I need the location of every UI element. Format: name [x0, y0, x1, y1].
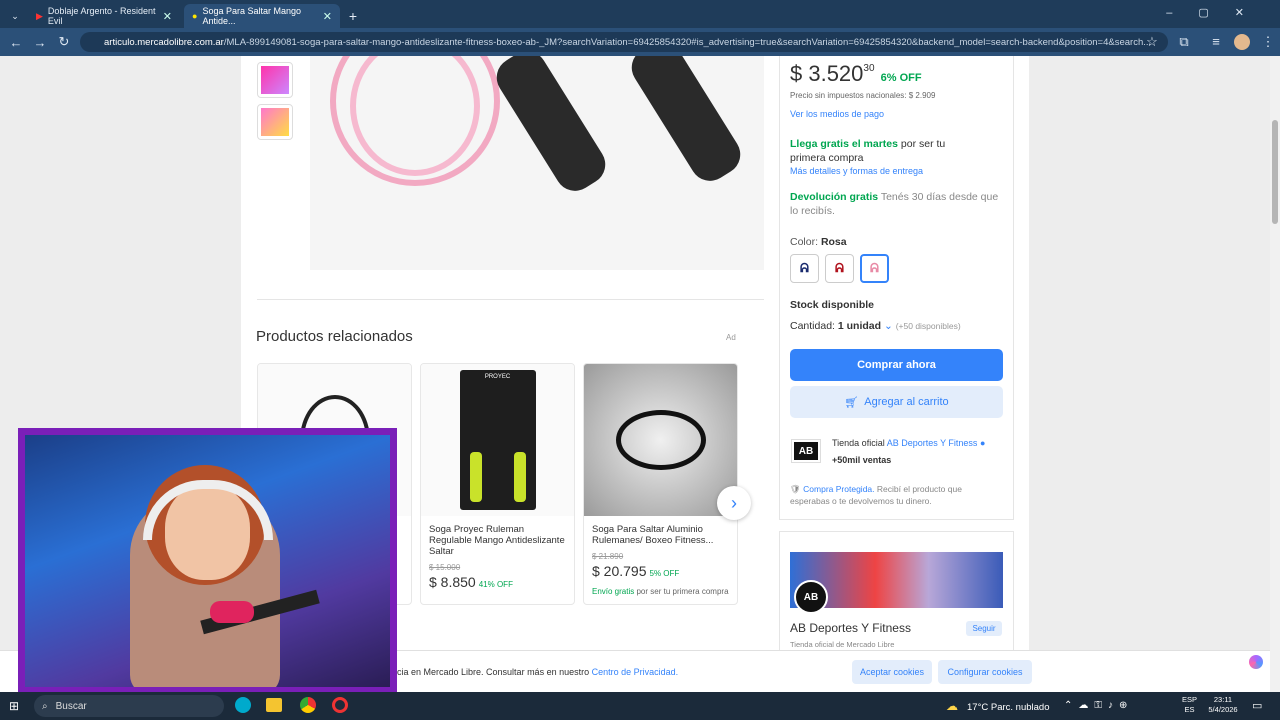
related-products-title: Productos relacionados	[256, 328, 413, 345]
window-controls[interactable]: –▢✕	[1166, 6, 1270, 19]
app-icon[interactable]	[332, 697, 348, 713]
language-indicator[interactable]: ESP ES	[1182, 695, 1197, 715]
buybox-border	[779, 519, 1014, 520]
buybox-border	[1013, 56, 1014, 519]
shield-icon: 🛡︎	[790, 484, 801, 494]
weather-icon: ☁	[946, 699, 958, 713]
store-sales: +50mil ventas	[832, 455, 892, 465]
url-field[interactable]: articulo.mercadolibre.com.ar/MLA-8991490…	[80, 32, 1168, 52]
taskbar-search[interactable]: ⌕ Buscar	[34, 695, 224, 717]
seller-subtitle: Tienda oficial de Mercado Libre	[790, 640, 895, 649]
avatar[interactable]	[1234, 34, 1250, 50]
forward-icon[interactable]: →	[28, 35, 52, 50]
product-image: PROYEC	[421, 364, 574, 516]
bookmark-star-icon[interactable]: ☆	[1140, 34, 1164, 50]
weather-text[interactable]: 17°C Parc. nublado	[967, 702, 1050, 713]
clock[interactable]: 23:11 5/4/2026	[1206, 695, 1240, 715]
product-old-price: $ 21.890	[592, 552, 624, 561]
product-old-price: $ 15.000	[429, 563, 461, 572]
close-tab-icon[interactable]: ✕	[163, 10, 172, 23]
chrome-icon[interactable]	[300, 697, 316, 713]
notification-icon[interactable]: ▭	[1252, 699, 1262, 712]
carousel-next-icon[interactable]: ›	[717, 486, 751, 520]
store-logo[interactable]: AB	[791, 439, 821, 463]
close-tab-icon[interactable]: ✕	[323, 10, 332, 23]
assistant-icon[interactable]	[1249, 655, 1263, 669]
configure-cookies-button[interactable]: Configurar cookies	[938, 660, 1032, 684]
accept-cookies-button[interactable]: Aceptar cookies	[852, 660, 932, 684]
follow-button[interactable]: Seguir	[966, 621, 1002, 636]
payment-methods-link[interactable]: Ver los medios de pago	[790, 109, 884, 119]
thumbnail-image[interactable]	[257, 104, 293, 140]
youtube-icon: ▶	[36, 10, 43, 21]
mercadolibre-favicon-icon: ●	[192, 11, 198, 21]
product-shipping: Envío gratis por ser tu primera compra	[592, 587, 729, 596]
tab-mercadolibre[interactable]: ● Soga Para Saltar Mango Antide... ✕	[184, 4, 340, 28]
address-bar-row: ← → ↻ articulo.mercadolibre.com.ar/MLA-8…	[0, 28, 1280, 56]
webcam-video	[25, 435, 390, 687]
file-explorer-icon[interactable]	[266, 698, 282, 712]
product-name: Soga Proyec Ruleman Regulable Mango Anti…	[429, 524, 565, 557]
divider	[257, 299, 764, 300]
shipping-details-link[interactable]: Más detalles y formas de entrega	[790, 166, 923, 176]
related-product-card[interactable]: PROYEC Soga Proyec Ruleman Regulable Man…	[420, 363, 575, 605]
edge-icon[interactable]	[235, 697, 251, 713]
tab-doblaje[interactable]: ▶ Doblaje Argento - Resident Evil ✕	[28, 4, 180, 28]
system-tray-icons[interactable]: ⌃☁⚿♪⊕	[1064, 700, 1133, 711]
menu-icon[interactable]: ⋮	[1256, 34, 1280, 50]
shipping-info: Llega gratis el martes por ser tu primer…	[790, 138, 946, 164]
buybox-border	[779, 56, 780, 519]
reload-icon[interactable]: ↻	[52, 34, 76, 50]
protected-purchase: 🛡︎ Compra Protegida. Recibí el producto …	[790, 484, 962, 506]
product-discount: 41% OFF	[478, 580, 513, 589]
color-variant-blue[interactable]: ᕱ	[790, 254, 819, 283]
chevron-down-icon: ⌄	[883, 320, 893, 332]
cookie-text: cia en Mercado Libre. Consultar más en n…	[397, 667, 679, 677]
handle-shape	[624, 56, 748, 189]
buy-now-button[interactable]: Comprar ahora	[790, 349, 1003, 381]
color-variant-red[interactable]: ᕱ	[825, 254, 854, 283]
official-store-label: Tienda oficial AB Deportes Y Fitness ●	[832, 438, 986, 448]
windows-start-icon[interactable]: ⊞	[9, 699, 19, 713]
price: $ 3.52030 6% OFF	[790, 61, 922, 86]
tab-strip: ⌄ ▶ Doblaje Argento - Resident Evil ✕ ● …	[0, 0, 1280, 28]
microphone-shape	[210, 601, 254, 623]
handle-shape	[489, 56, 613, 199]
seller-logo: AB	[794, 580, 828, 614]
webcam-overlay	[18, 428, 397, 694]
related-product-card[interactable]: Soga Para Saltar Aluminio Rulemanes/ Box…	[583, 363, 738, 605]
verified-icon: ●	[979, 438, 986, 448]
scrollbar-thumb[interactable]	[1272, 120, 1278, 224]
new-tab-button[interactable]: +	[342, 4, 364, 28]
product-discount: 5% OFF	[649, 569, 680, 578]
ad-label: Ad	[726, 333, 736, 342]
tab-search-button[interactable]: ⌄	[4, 4, 26, 28]
back-icon[interactable]: ←	[4, 35, 28, 50]
product-main-image[interactable]	[310, 56, 764, 270]
thumbnail-image[interactable]	[257, 62, 293, 98]
product-name: Soga Para Saltar Aluminio Rulemanes/ Box…	[592, 524, 714, 546]
search-icon: ⌕	[42, 700, 48, 712]
return-info: Devolución gratis Tenés 30 días desde qu…	[790, 191, 999, 217]
discount-badge: 6% OFF	[880, 72, 922, 84]
color-variant-pink[interactable]: ᕱ	[860, 254, 889, 283]
price-no-tax: Precio sin impuestos nacionales: $ 2.909	[790, 91, 936, 100]
cart-icon: 🛒︎	[844, 396, 859, 409]
product-price: $ 20.795 5% OFF	[592, 563, 680, 579]
product-image	[584, 364, 737, 516]
extensions-icon[interactable]: ⧉	[1172, 34, 1196, 50]
seller-name[interactable]: AB Deportes Y Fitness	[790, 621, 911, 635]
color-label: Color: Rosa	[790, 236, 847, 248]
media-icon[interactable]: ≡	[1204, 34, 1228, 49]
stock-label: Stock disponible	[790, 299, 875, 311]
product-price: $ 8.850 41% OFF	[429, 574, 513, 590]
add-to-cart-button[interactable]: 🛒︎ Agregar al carrito	[790, 386, 1003, 418]
quantity-selector[interactable]: Cantidad: 1 unidad ⌄ (+50 disponibles)	[790, 320, 961, 332]
